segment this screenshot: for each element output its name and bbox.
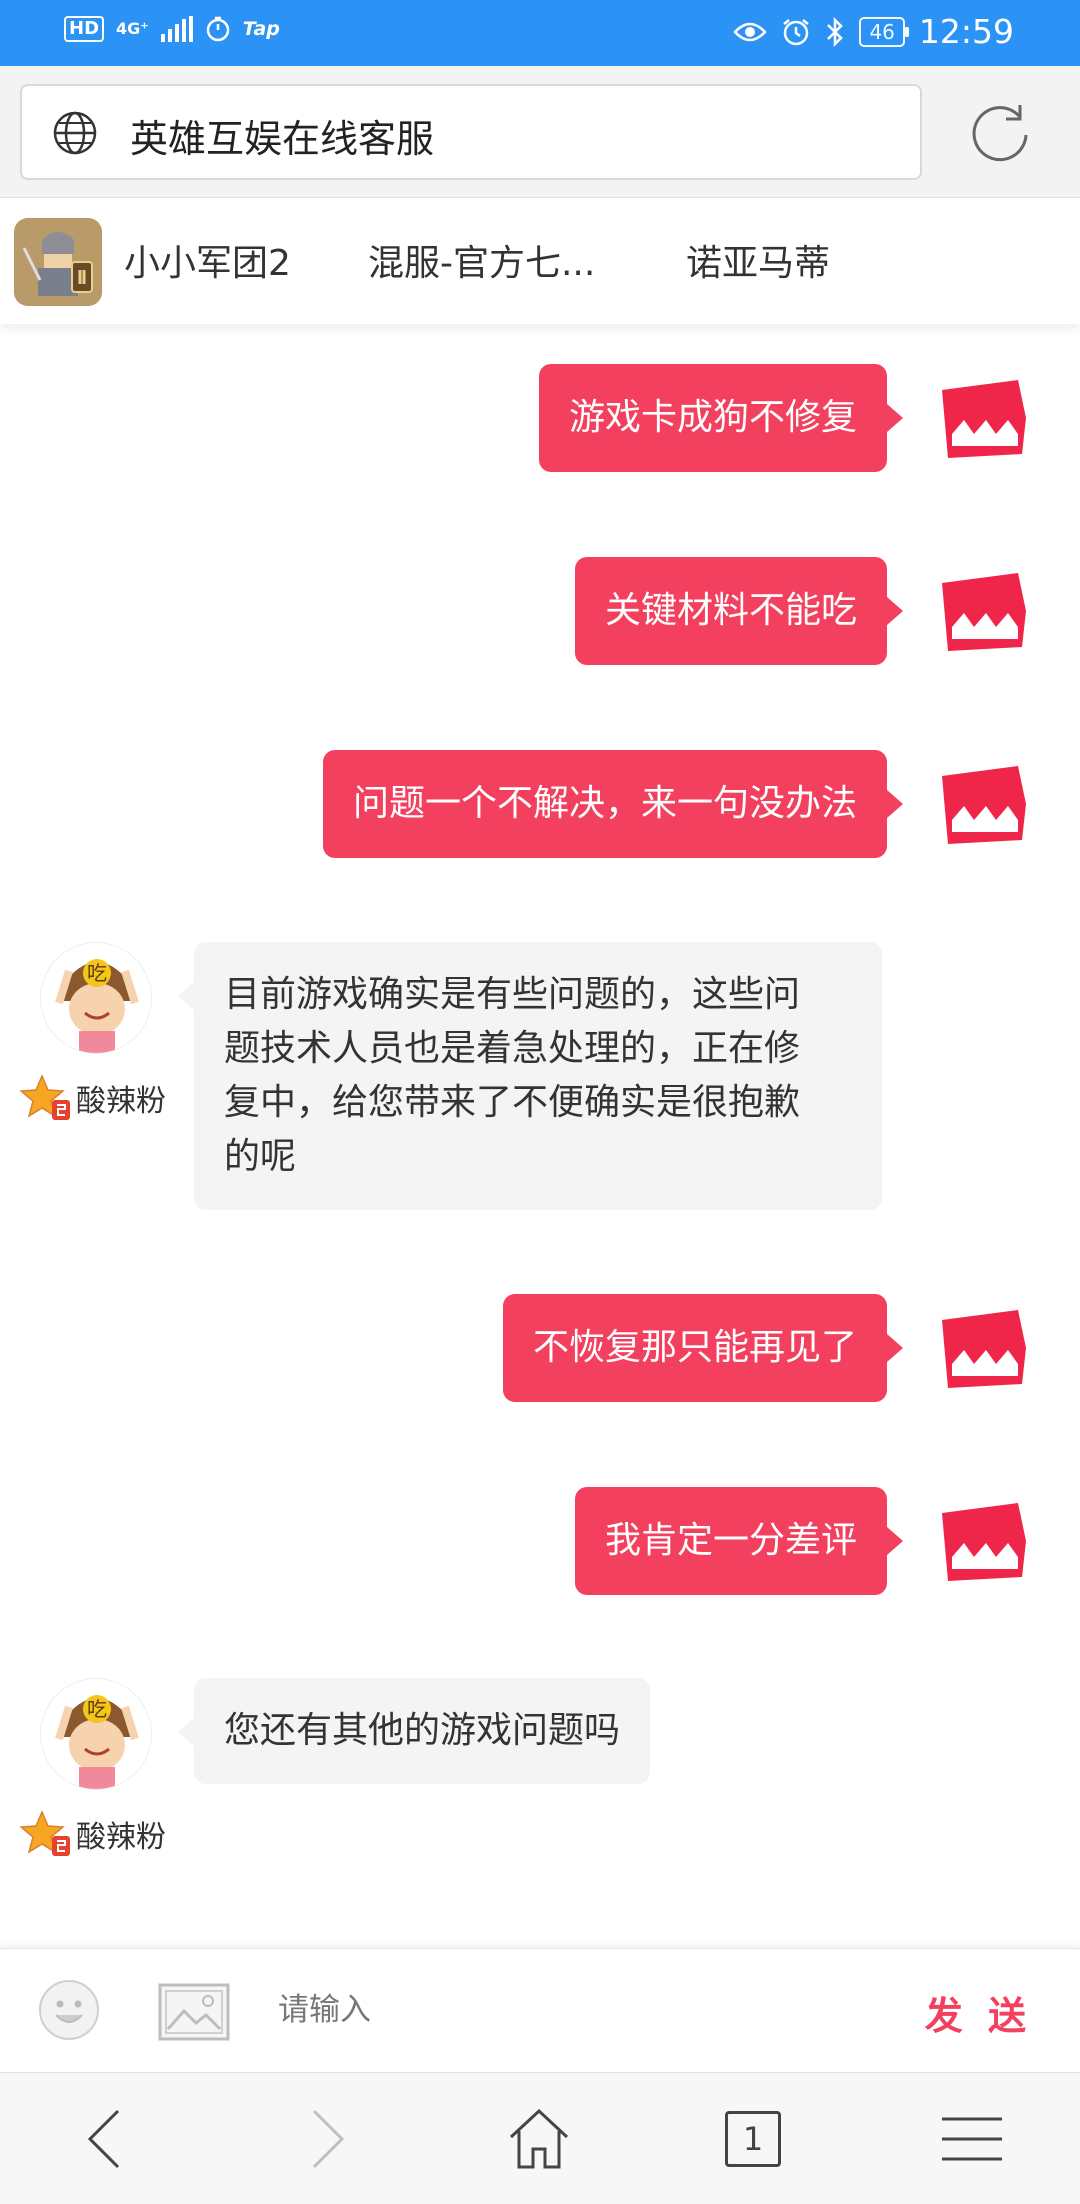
message-bubble-incoming: 目前游戏确实是有些问题的，这些问 题技术人员也是着急处理的，正在修 复中，给您带… <box>178 942 882 1210</box>
browser-nav-bar: 1 <box>0 2072 1080 2204</box>
menu-icon[interactable] <box>936 2103 1008 2175</box>
battery-icon: 46 <box>859 16 910 47</box>
tab-game-3[interactable]: 诺亚马蒂 <box>686 234 830 286</box>
agent-avatar[interactable]: 吃 <box>40 1678 152 1790</box>
tabs-button[interactable]: 1 <box>717 2103 789 2175</box>
message-bubble-outgoing: 不恢复那只能再见了 <box>502 1294 904 1402</box>
avatar-mark: 吃 <box>87 961 107 985</box>
message-text: 游戏卡成狗不修复 <box>568 397 857 438</box>
chat-area[interactable]: 游戏卡成狗不修复 关键材料不能吃 问题一个不解决，来一句没办法 吃 酸辣粉 目前… <box>0 324 1080 1948</box>
tab-game-1[interactable]: 小小军团2 <box>124 234 291 286</box>
agent-name-row: 酸辣粉 <box>20 1074 166 1122</box>
user-avatar[interactable] <box>938 567 1030 659</box>
address-box[interactable]: 英雄互娱在线客服 <box>20 84 922 180</box>
emoji-icon[interactable] <box>38 1979 100 2041</box>
message-text: 不恢复那只能再见了 <box>532 1327 857 1368</box>
message-line: 的呢 <box>224 1136 297 1177</box>
signal-icon <box>160 16 193 42</box>
agent-avatar[interactable]: 吃 <box>40 942 152 1054</box>
browser-url-bar: 英雄互娱在线客服 <box>0 66 1080 198</box>
star-badge-icon <box>20 1810 70 1856</box>
hd-icon: HD <box>64 16 105 42</box>
user-avatar[interactable] <box>938 374 1030 466</box>
agent-name: 酸辣粉 <box>76 1820 166 1855</box>
message-bubble-outgoing: 关键材料不能吃 <box>574 557 904 665</box>
eye-icon <box>733 22 768 41</box>
globe-icon <box>53 111 97 155</box>
user-avatar[interactable] <box>938 760 1030 852</box>
message-bubble-outgoing: 游戏卡成狗不修复 <box>538 364 904 472</box>
status-bar: HD 4G⁺ Tap 46 12:59 <box>0 0 1080 66</box>
home-icon[interactable] <box>503 2103 575 2175</box>
agent-name-row: 酸辣粉 <box>20 1810 166 1858</box>
message-text: 问题一个不解决，来一句没办法 <box>352 783 857 824</box>
message-line: 题技术人员也是着急处理的，正在修 <box>224 1028 801 1069</box>
timer-icon <box>206 16 229 42</box>
page-title: 英雄互娱在线客服 <box>130 117 435 161</box>
tap-app-label: Tap <box>242 18 280 40</box>
avatar-mark: 吃 <box>87 1697 107 1721</box>
user-avatar[interactable] <box>938 1497 1030 1589</box>
send-button[interactable]: 发 送 <box>925 1985 1032 2040</box>
reload-icon[interactable] <box>968 99 1034 165</box>
clock-time: 12:59 <box>918 12 1014 51</box>
forward-icon[interactable] <box>288 2103 360 2175</box>
back-icon[interactable] <box>72 2103 144 2175</box>
message-text: 关键材料不能吃 <box>604 590 857 631</box>
alarm-icon <box>783 18 810 45</box>
agent-name: 酸辣粉 <box>76 1084 166 1119</box>
message-input-bar: 发 送 <box>0 1948 1080 2072</box>
game-app-icon[interactable] <box>14 218 102 306</box>
message-line: 目前游戏确实是有些问题的，这些问 <box>224 974 801 1015</box>
message-text: 我肯定一分差评 <box>604 1520 857 1561</box>
image-icon[interactable] <box>158 1983 230 2041</box>
message-bubble-incoming: 您还有其他的游戏问题吗 <box>177 1678 651 1784</box>
message-line: 您还有其他的游戏问题吗 <box>224 1710 621 1751</box>
tab-game-2[interactable]: 混服-官方七... <box>368 234 595 286</box>
message-input[interactable] <box>278 1975 878 2045</box>
network-type: 4G⁺ <box>116 19 149 38</box>
game-tabs: 小小军团2 混服-官方七... 诺亚马蒂 <box>0 198 1080 324</box>
message-line: 复中，给您带来了不便确实是很抱歉 <box>224 1082 801 1123</box>
message-bubble-outgoing: 问题一个不解决，来一句没办法 <box>322 750 904 858</box>
user-avatar[interactable] <box>938 1304 1030 1396</box>
message-bubble-outgoing: 我肯定一分差评 <box>574 1487 904 1595</box>
star-badge-icon <box>20 1074 70 1120</box>
bluetooth-icon <box>827 16 844 47</box>
tab-count: 1 <box>725 2111 781 2167</box>
